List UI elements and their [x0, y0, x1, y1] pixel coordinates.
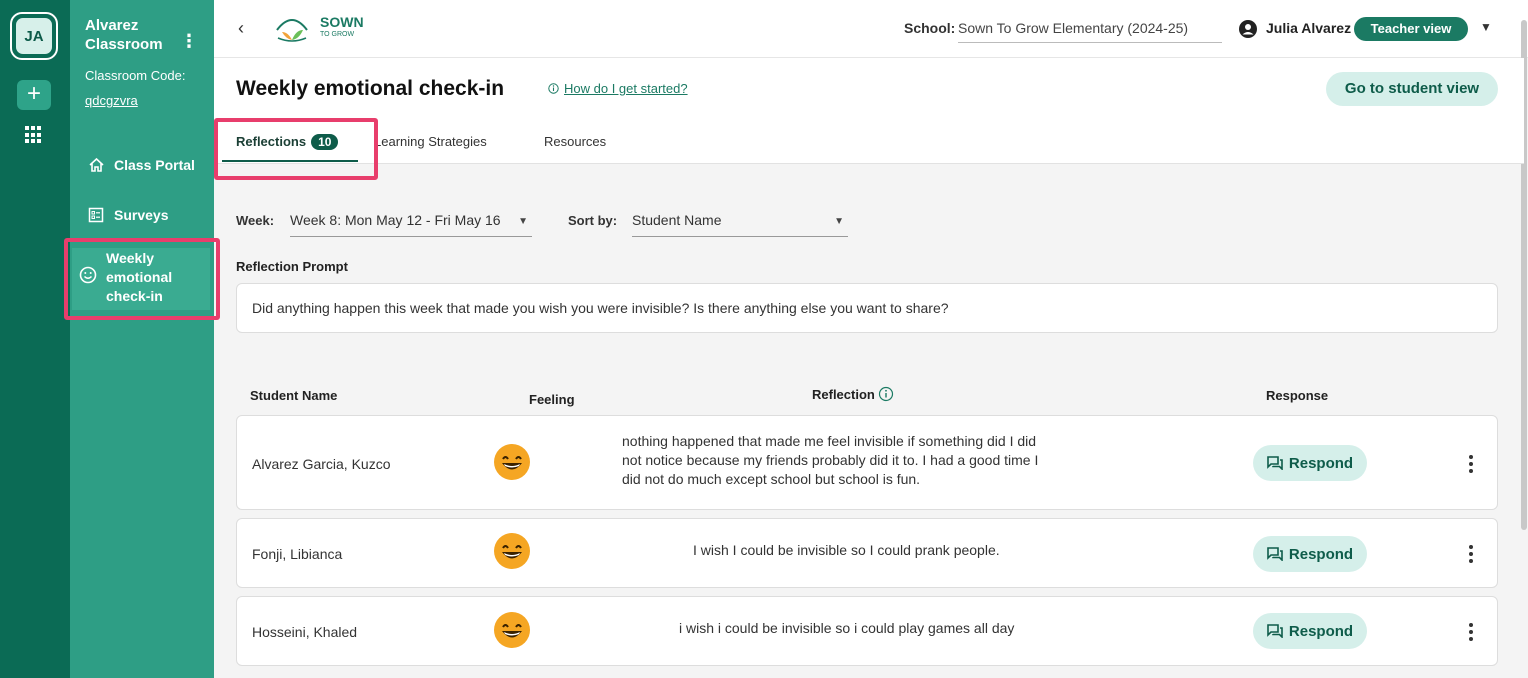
survey-icon — [87, 206, 105, 224]
reflection-text: i wish i could be invisible so i could p… — [679, 620, 1015, 636]
sidebar-item-label: Surveys — [114, 207, 169, 223]
column-header-label: Reflection — [812, 386, 875, 402]
chevron-down-icon: ▼ — [834, 216, 844, 227]
user-menu-chevron-down-icon[interactable]: ▼ — [1480, 20, 1492, 34]
respond-label: Respond — [1288, 454, 1354, 472]
help-link-label: How do I get started? — [564, 81, 688, 96]
sidebar-item-surveys[interactable]: Surveys — [70, 204, 214, 226]
row-more-icon[interactable] — [1467, 455, 1475, 473]
sort-select-value: Student Name — [632, 212, 722, 228]
classroom-code-label: Classroom Code: — [85, 68, 186, 83]
reflection-text: I wish I could be invisible so I could p… — [693, 542, 1000, 558]
home-icon — [87, 156, 105, 174]
logo-text: SOWN — [320, 14, 364, 30]
sidebar-item-label: Class Portal — [114, 157, 195, 173]
top-bar: ‹ SOWN TO GROW School: Sown To Grow Elem… — [214, 0, 1528, 58]
school-label: School: — [904, 20, 956, 36]
respond-label: Respond — [1288, 622, 1354, 640]
sidebar: Alvarez Classroom ⋮ Classroom Code: qdcg… — [70, 0, 214, 678]
teacher-view-badge[interactable]: Teacher view — [1354, 17, 1468, 41]
chat-icon — [1267, 456, 1283, 470]
classroom-menu-icon[interactable]: ⋮ — [180, 32, 198, 50]
column-header-feeling: Feeling — [529, 392, 575, 407]
student-name: Hosseini, Khaled — [252, 624, 358, 640]
logo-subtext: TO GROW — [320, 31, 355, 38]
row-more-icon[interactable] — [1467, 623, 1475, 641]
add-classroom-button[interactable]: + — [17, 80, 51, 110]
help-link[interactable]: How do I get started? — [548, 81, 688, 96]
smiley-icon — [79, 266, 97, 289]
reflection-prompt-label: Reflection Prompt — [236, 259, 348, 274]
reflection-text: nothing happened that made me feel invis… — [622, 432, 1038, 489]
respond-button[interactable]: Respond — [1253, 613, 1367, 649]
row-more-icon[interactable] — [1467, 545, 1475, 563]
back-chevron-icon[interactable]: ‹ — [238, 18, 244, 39]
grinning-face-icon — [494, 612, 530, 648]
table-row: Fonji, Libianca I wish I could be invisi… — [236, 518, 1498, 588]
classroom-code-value[interactable]: qdcgzvra — [85, 93, 138, 108]
chevron-down-icon: ▼ — [518, 216, 528, 227]
tab-learning-strategies[interactable]: Learning Strategies — [374, 134, 487, 149]
reflection-line: not notice because my friends probably d… — [622, 452, 1039, 468]
grinning-face-icon — [494, 444, 530, 480]
sort-select[interactable]: Student Name ▼ — [632, 212, 848, 237]
school-select[interactable]: Sown To Grow Elementary (2024-25) — [958, 20, 1222, 43]
week-select-value: Week 8: Mon May 12 - Fri May 16 — [290, 212, 501, 228]
app-rail: JA + — [0, 0, 70, 678]
user-name: Julia Alvarez — [1266, 20, 1352, 36]
sidebar-item-label: Weekly emotional check-in — [106, 250, 173, 304]
column-header-response: Response — [1266, 388, 1329, 403]
respond-button[interactable]: Respond — [1253, 445, 1367, 481]
table-row: Hosseini, Khaled i wish i could be invis… — [236, 596, 1498, 666]
reflection-line: nothing happened that made me feel invis… — [622, 433, 1037, 449]
respond-button[interactable]: Respond — [1253, 536, 1367, 572]
tab-resources[interactable]: Resources — [544, 134, 606, 149]
active-tab-indicator — [222, 160, 358, 162]
account-icon — [1239, 20, 1257, 43]
avatar-initials: JA — [16, 18, 52, 54]
column-header-reflection: Reflection — [812, 386, 894, 402]
info-icon[interactable] — [878, 386, 894, 402]
student-name: Alvarez Garcia, Kuzco — [252, 456, 391, 472]
week-select[interactable]: Week 8: Mon May 12 - Fri May 16 ▼ — [290, 212, 532, 237]
sown-to-grow-logo — [276, 19, 308, 42]
respond-label: Respond — [1288, 545, 1354, 563]
column-header-student-name[interactable]: Student Name — [250, 388, 337, 403]
go-to-student-view-button[interactable]: Go to student view — [1326, 72, 1498, 106]
classroom-avatar-button[interactable]: JA — [10, 12, 58, 60]
chat-icon — [1267, 547, 1283, 561]
page-title: Weekly emotional check-in — [236, 77, 505, 100]
sidebar-item-class-portal[interactable]: Class Portal — [70, 154, 214, 176]
classroom-name: Alvarez Classroom — [85, 17, 163, 53]
info-icon — [548, 83, 559, 94]
reflections-count-badge: 10 — [311, 134, 339, 150]
tab-reflections[interactable]: Reflections 10 — [236, 134, 339, 150]
grinning-face-icon — [494, 533, 530, 569]
student-name: Fonji, Libianca — [252, 546, 343, 562]
reflection-line: did not do much except school but school… — [622, 471, 921, 487]
sort-label: Sort by: — [568, 213, 618, 228]
chat-icon — [1267, 624, 1283, 638]
table-row: Alvarez Garcia, Kuzco nothing happened t… — [236, 415, 1498, 510]
apps-grid-icon[interactable] — [25, 126, 43, 144]
reflection-prompt-text: Did anything happen this week that made … — [236, 283, 1498, 333]
tab-label: Reflections — [236, 134, 307, 149]
week-label: Week: — [236, 213, 275, 228]
